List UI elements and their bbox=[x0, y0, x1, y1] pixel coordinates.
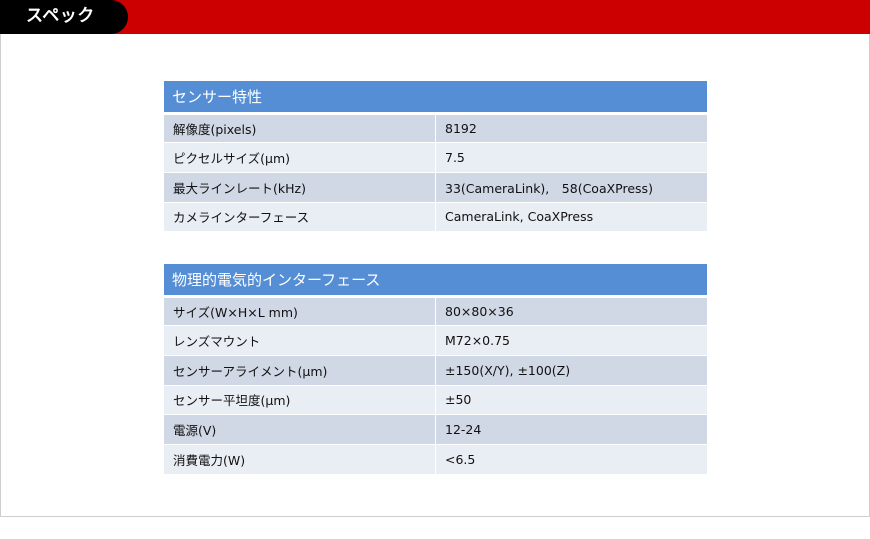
table-row: センサーアライメント(μm) ±150(X/Y), ±100(Z) bbox=[164, 355, 707, 386]
spec-label: センサーアライメント(μm) bbox=[164, 355, 436, 386]
physical-table-title: 物理的電気的インターフェース bbox=[164, 264, 707, 298]
spec-label: レンズマウント bbox=[164, 325, 436, 356]
spec-value: M72×0.75 bbox=[435, 325, 707, 356]
table-row: レンズマウント M72×0.75 bbox=[164, 325, 707, 356]
spec-label: 最大ラインレート(kHz) bbox=[164, 172, 436, 203]
table-row: 消費電力(W) <6.5 bbox=[164, 444, 707, 475]
physical-spec-table: 物理的電気的インターフェース サイズ(W×H×L mm) 80×80×36 レン… bbox=[164, 264, 707, 475]
spec-value: 33(CameraLink), 58(CoaXPress) bbox=[435, 172, 707, 203]
table-row: サイズ(W×H×L mm) 80×80×36 bbox=[164, 296, 707, 327]
spec-value: CameraLink, CoaXPress bbox=[435, 202, 707, 233]
table-row: センサー平坦度(μm) ±50 bbox=[164, 385, 707, 416]
header-tab: スペック bbox=[0, 0, 128, 34]
spec-label: 電源(V) bbox=[164, 414, 436, 445]
table-row: 解像度(pixels) 8192 bbox=[164, 113, 707, 144]
table-row: 最大ラインレート(kHz) 33(CameraLink), 58(CoaXPre… bbox=[164, 172, 707, 203]
table-row: カメラインターフェース CameraLink, CoaXPress bbox=[164, 202, 707, 233]
spec-value: 7.5 bbox=[435, 142, 707, 173]
spec-value: ±150(X/Y), ±100(Z) bbox=[435, 355, 707, 386]
sensor-spec-table: センサー特性 解像度(pixels) 8192 ピクセルサイズ(μm) 7.5 … bbox=[164, 81, 707, 233]
page-title: スペック bbox=[26, 6, 95, 26]
spec-label: ピクセルサイズ(μm) bbox=[164, 142, 436, 173]
spec-label: 消費電力(W) bbox=[164, 444, 436, 475]
spec-label: センサー平坦度(μm) bbox=[164, 385, 436, 416]
spec-value: 80×80×36 bbox=[435, 296, 707, 327]
spec-label: 解像度(pixels) bbox=[164, 113, 436, 144]
table-row: 電源(V) 12-24 bbox=[164, 414, 707, 445]
spec-value: ±50 bbox=[435, 385, 707, 416]
table-row: ピクセルサイズ(μm) 7.5 bbox=[164, 142, 707, 173]
header-bar: スペック bbox=[0, 0, 870, 34]
spec-label: サイズ(W×H×L mm) bbox=[164, 296, 436, 327]
spec-value: 12-24 bbox=[435, 414, 707, 445]
spec-label: カメラインターフェース bbox=[164, 202, 436, 233]
spec-value: 8192 bbox=[435, 113, 707, 144]
spec-value: <6.5 bbox=[435, 444, 707, 475]
sensor-table-title: センサー特性 bbox=[164, 81, 707, 115]
